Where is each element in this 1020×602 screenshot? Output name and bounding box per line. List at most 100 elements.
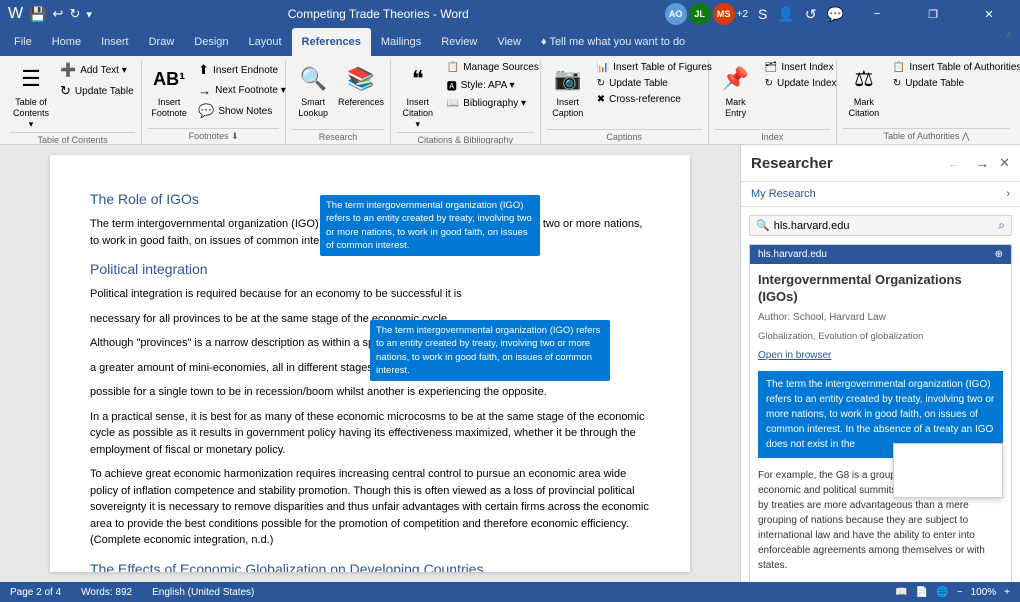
update-index-btn[interactable]: ↻ Update Index bbox=[761, 76, 841, 91]
avatar-1: AO bbox=[665, 3, 687, 25]
next-footnote-icon: → bbox=[198, 83, 211, 98]
group-index-content: 📌 MarkEntry 🗂 Insert Index ↻ Update Inde… bbox=[715, 60, 830, 129]
tab-file[interactable]: File bbox=[4, 28, 42, 56]
avatar-2: JL bbox=[689, 3, 711, 25]
lang-status: English (United States) bbox=[152, 587, 254, 598]
mark-citation-btn[interactable]: ⚖ MarkCitation bbox=[843, 60, 885, 122]
tab-tell-me[interactable]: ♦ Tell me what you want to do bbox=[531, 28, 695, 56]
manage-sources-btn[interactable]: 📋 Manage Sources bbox=[443, 60, 543, 75]
mark-entry-icon: 📌 bbox=[720, 63, 752, 95]
next-footnote-label: Next Footnote ▾ bbox=[215, 85, 286, 96]
page-status: Page 2 of 4 bbox=[10, 587, 61, 598]
words-status-text: Words: 892 bbox=[81, 587, 132, 598]
insert-authorities-btn[interactable]: 📋 Insert Table of Authorities bbox=[889, 60, 1020, 75]
cross-reference-icon: ✖ bbox=[597, 94, 605, 105]
skype-icon[interactable]: S bbox=[758, 6, 767, 22]
bibliography-btn[interactable]: 📖 Bibliography ▾ bbox=[443, 96, 543, 111]
tab-mailings[interactable]: Mailings bbox=[371, 28, 431, 56]
insert-endnote-btn[interactable]: ⬆ Insert Endnote bbox=[194, 60, 290, 80]
mark-entry-btn[interactable]: 📌 MarkEntry bbox=[715, 60, 757, 122]
update-table-btn[interactable]: ↻ Update Table bbox=[56, 81, 138, 101]
close-btn[interactable]: ✕ bbox=[966, 0, 1012, 28]
history-icon[interactable]: ↺ bbox=[805, 6, 817, 23]
researcher-btn[interactable]: 📚 References bbox=[338, 60, 384, 111]
account-icon[interactable]: 👤 bbox=[777, 6, 794, 23]
search-input[interactable] bbox=[774, 220, 995, 232]
toc-icon: ☰ bbox=[15, 63, 47, 95]
update-table-label: Update Table bbox=[75, 86, 134, 97]
tab-references[interactable]: References bbox=[292, 28, 371, 56]
result-card-tags: Globalization, Evolution of globalizatio… bbox=[750, 329, 1011, 348]
insert-caption-icon: 📷 bbox=[552, 63, 584, 95]
redo-btn[interactable]: ↻ bbox=[69, 6, 80, 22]
tab-insert[interactable]: Insert bbox=[91, 28, 139, 56]
result-card-author: Author: School, Harvard Law bbox=[750, 310, 1011, 329]
tab-view[interactable]: View bbox=[487, 28, 531, 56]
heading-political-integration: Political integration bbox=[90, 259, 650, 280]
toc-btn[interactable]: ☰ Table ofContents ▾ bbox=[10, 60, 52, 132]
comment-icon[interactable]: 💬 bbox=[827, 6, 844, 23]
update-index-icon: ↻ bbox=[765, 78, 773, 89]
doc-page[interactable]: The Role of IGOs The term intergovernmen… bbox=[50, 155, 690, 572]
next-footnote-btn[interactable]: → Next Footnote ▾ bbox=[194, 81, 290, 100]
result-highlight: The term the intergovernmental organizat… bbox=[758, 371, 1003, 458]
search-bar[interactable]: 🔍 ⌕ bbox=[749, 215, 1012, 236]
result-card-header[interactable]: hls.harvard.edu ⊕ bbox=[750, 245, 1011, 264]
tab-draw[interactable]: Draw bbox=[139, 28, 185, 56]
researcher-close-btn[interactable]: ✕ bbox=[999, 155, 1010, 171]
update-table2-btn[interactable]: ↻ Update Table bbox=[593, 76, 716, 91]
quick-save[interactable]: 💾 bbox=[29, 6, 46, 23]
tab-review[interactable]: Review bbox=[431, 28, 487, 56]
style-label: Style: APA ▾ bbox=[461, 80, 515, 91]
smart-lookup-btn[interactable]: 🔍 SmartLookup bbox=[292, 60, 334, 122]
group-captions: 📷 InsertCaption 📊 Insert Table of Figure… bbox=[541, 60, 709, 144]
insert-index-btn[interactable]: 🗂 Insert Index bbox=[761, 60, 841, 75]
cross-reference-btn[interactable]: ✖ Cross-reference bbox=[593, 92, 716, 107]
insert-index-icon: 🗂 bbox=[765, 62, 778, 73]
group-table-of-contents: ☰ Table ofContents ▾ ➕ Add Text ▾ ↻ Upda… bbox=[4, 60, 142, 144]
manage-sources-icon: 📋 bbox=[447, 62, 459, 73]
zoom-level: 100% bbox=[971, 587, 997, 598]
group-research-content: 🔍 SmartLookup 📚 References bbox=[292, 60, 384, 129]
result-card-link[interactable]: Open in browser bbox=[750, 348, 1011, 367]
insert-caption-label: InsertCaption bbox=[552, 97, 583, 119]
web-layout-btn[interactable]: 🌐 bbox=[936, 587, 948, 598]
tab-layout[interactable]: Layout bbox=[239, 28, 292, 56]
insert-citation-btn[interactable]: ❝ InsertCitation ▾ bbox=[397, 60, 439, 132]
add-and-cite-btn[interactable]: Add and Cite bbox=[894, 470, 1002, 497]
insert-footnote-btn[interactable]: AB¹ InsertFootnote bbox=[148, 60, 190, 122]
minimize-btn[interactable]: − bbox=[854, 0, 900, 28]
mark-citation-label: MarkCitation bbox=[849, 97, 880, 119]
tab-home[interactable]: Home bbox=[42, 28, 91, 56]
para-pol-4: To achieve great economic harmonization … bbox=[90, 466, 650, 549]
zoom-out-btn[interactable]: − bbox=[957, 587, 963, 598]
add-text-btn[interactable]: ➕ Add Text ▾ bbox=[56, 60, 138, 80]
tab-design[interactable]: Design bbox=[184, 28, 238, 56]
ribbon-expand-btn[interactable]: ⋯ ∧ bbox=[988, 28, 1016, 43]
insert-caption-btn[interactable]: 📷 InsertCaption bbox=[547, 60, 589, 122]
add-btn[interactable]: Add bbox=[894, 444, 1002, 471]
read-mode-btn[interactable]: 📖 bbox=[895, 587, 907, 598]
my-research-bar[interactable]: My Research › bbox=[741, 182, 1020, 207]
nav-forward-btn[interactable]: → bbox=[971, 153, 993, 173]
group-authorities: ⚖ MarkCitation 📋 Insert Table of Authori… bbox=[837, 60, 1016, 144]
title-left: W 💾 ↩ ↻ ▾ bbox=[8, 5, 92, 23]
style-btn[interactable]: 🅰 Style: APA ▾ bbox=[443, 76, 543, 95]
mark-citation-icon: ⚖ bbox=[848, 63, 880, 95]
group-citations: ❝ InsertCitation ▾ 📋 Manage Sources 🅰 St… bbox=[391, 60, 541, 144]
update-authorities-btn[interactable]: ↻ Update Table bbox=[889, 76, 1020, 91]
nav-back-btn[interactable]: ← bbox=[943, 153, 965, 173]
print-layout-btn[interactable]: 📄 bbox=[916, 587, 928, 598]
show-notes-btn[interactable]: 💬 Show Notes bbox=[194, 101, 290, 121]
group-toc-label: Table of Contents bbox=[10, 132, 135, 144]
zoom-in-btn[interactable]: + bbox=[1004, 587, 1010, 598]
restore-btn[interactable]: ❐ bbox=[910, 0, 956, 28]
search-submit-icon[interactable]: ⌕ bbox=[998, 218, 1005, 233]
ribbon-tabs: File Home Insert Draw Design Layout Refe… bbox=[0, 28, 1020, 56]
result-card-header-text: hls.harvard.edu bbox=[758, 249, 827, 260]
researcher-panel: Researcher ← → ✕ My Research › 🔍 ⌕ hls.h… bbox=[740, 145, 1020, 582]
researcher-header: Researcher ← → ✕ bbox=[741, 145, 1020, 182]
undo-btn[interactable]: ↩ bbox=[53, 6, 64, 22]
insert-citation-label: InsertCitation ▾ bbox=[401, 97, 435, 129]
insert-table-figures-btn[interactable]: 📊 Insert Table of Figures bbox=[593, 60, 716, 75]
